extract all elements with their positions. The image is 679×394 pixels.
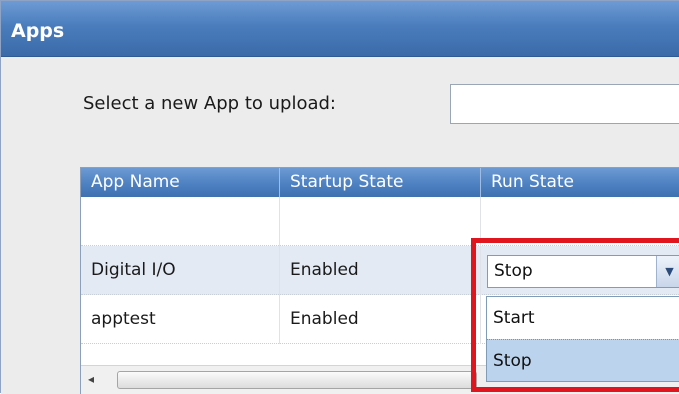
cell-app-name: apptest: [81, 295, 280, 344]
apps-panel: Apps Select a new App to upload: App Nam…: [0, 0, 679, 394]
column-header-app-name[interactable]: App Name: [81, 168, 280, 197]
cell-app-name: Digital I/O: [81, 246, 280, 295]
cell-app-name: [81, 197, 280, 246]
cell-startup-state: [280, 197, 481, 246]
grid-header: App Name Startup State Run State: [81, 168, 679, 197]
upload-file-input[interactable]: [450, 84, 679, 124]
highlight-annotation: [471, 238, 679, 392]
upload-label: Select a new App to upload:: [83, 93, 336, 114]
column-header-run-state[interactable]: Run State: [481, 168, 679, 197]
cell-startup-state: Enabled: [280, 246, 481, 295]
scrollbar-thumb[interactable]: [117, 371, 477, 389]
column-header-startup-state[interactable]: Startup State: [280, 168, 481, 197]
arrow-left-icon[interactable]: ◂: [88, 372, 94, 386]
title-bar: Apps: [1, 1, 679, 57]
cell-startup-state: Enabled: [280, 295, 481, 344]
panel-title: Apps: [11, 20, 65, 42]
